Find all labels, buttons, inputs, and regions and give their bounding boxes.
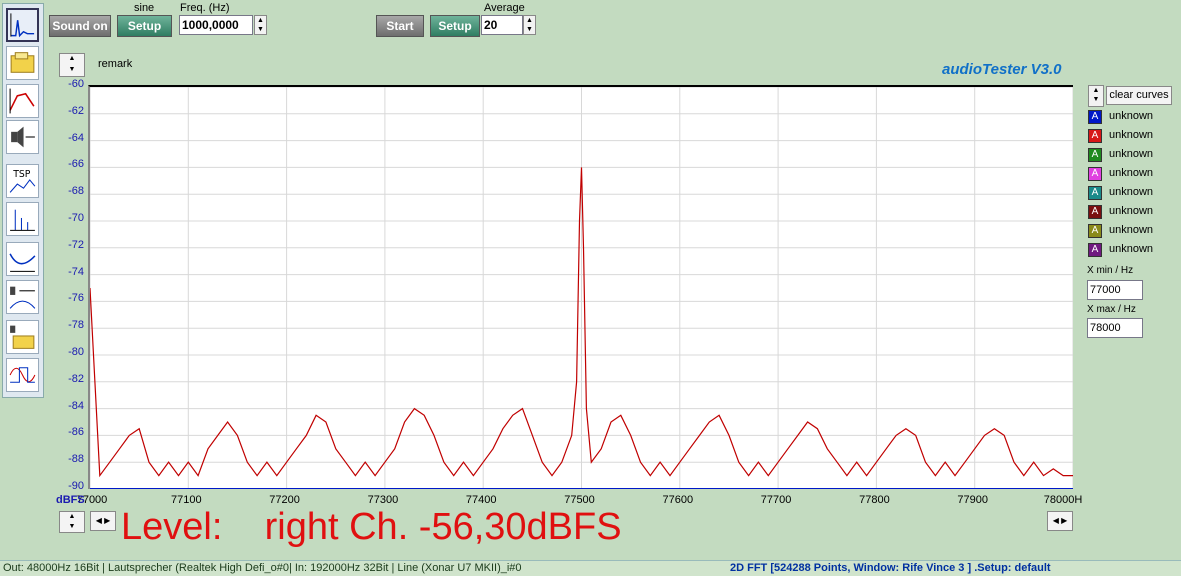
y-tick-label: -72: [68, 238, 84, 251]
average-label: Average: [484, 2, 525, 14]
x-tick-label: 77300: [367, 494, 399, 506]
speaker-folder-icon[interactable]: [6, 320, 39, 354]
frequency-response-icon[interactable]: [6, 84, 39, 118]
y-tick-label: -86: [68, 426, 84, 439]
x-tick-label: 77900: [957, 494, 988, 506]
spectrum-tool-icon[interactable]: [6, 8, 39, 42]
x-tick-label: 77400: [465, 494, 497, 506]
status-bar: Out: 48000Hz 16Bit | Lautsprecher (Realt…: [0, 560, 1181, 576]
legend-color-swatch[interactable]: A: [1088, 205, 1102, 219]
legend-spinner[interactable]: ▲ ▼: [1088, 85, 1104, 107]
analyzer-setup-button[interactable]: Setup: [430, 15, 480, 37]
plot-area[interactable]: [88, 85, 1073, 489]
arrow-down-icon[interactable]: ▼: [60, 65, 84, 76]
xmin-input[interactable]: 77000: [1087, 280, 1143, 300]
zoom-spinner[interactable]: ▲ ▼: [59, 511, 85, 533]
legend-label: unknown: [1109, 129, 1154, 141]
fft-chart: [90, 87, 1073, 489]
speaker-response-icon[interactable]: [6, 280, 39, 314]
x-tick-label: 77800: [859, 494, 890, 506]
legend-label: unknown: [1109, 167, 1154, 179]
arrow-down-icon[interactable]: ▼: [255, 25, 266, 34]
legend-color-swatch[interactable]: A: [1088, 243, 1102, 257]
arrow-right-icon[interactable]: ▶: [104, 516, 110, 525]
y-tick-label: -66: [68, 158, 84, 171]
legend-color-swatch[interactable]: A: [1088, 110, 1102, 124]
y-tick-label: -82: [68, 372, 84, 385]
folder-icon[interactable]: [6, 46, 39, 80]
legend-color-swatch[interactable]: A: [1088, 167, 1102, 181]
x-tick-label: 77200: [269, 494, 300, 506]
y-tick-label: -74: [68, 265, 84, 278]
y-tick-label: -78: [68, 319, 84, 332]
tsp-tool-icon[interactable]: TSP: [6, 164, 39, 198]
remark-spinner[interactable]: ▲ ▼: [59, 53, 85, 77]
y-tick-label: -90: [68, 480, 84, 492]
freq-input[interactable]: 1000,0000: [179, 15, 253, 35]
scroll-left-right-control[interactable]: ◀ ▶: [90, 511, 116, 531]
y-tick-label: -80: [68, 346, 84, 358]
legend-label: unknown: [1109, 224, 1154, 236]
arrow-down-icon[interactable]: ▼: [524, 25, 535, 34]
legend-label: unknown: [1109, 205, 1154, 217]
y-tick-label: -88: [68, 453, 84, 466]
legend-label: unknown: [1109, 243, 1154, 255]
arrow-down-icon[interactable]: ▼: [60, 522, 84, 532]
freq-spinner[interactable]: ▲ ▼: [254, 15, 267, 35]
x-tick-label: 77500: [564, 494, 595, 506]
x-tick-label: 78000H: [1043, 494, 1083, 506]
y-axis-label: dBFS: [56, 494, 85, 506]
arrow-left-icon[interactable]: ◀: [96, 516, 102, 525]
arrow-right-icon[interactable]: ▶: [1061, 516, 1067, 525]
legend-label: unknown: [1109, 148, 1154, 160]
y-tick-label: -70: [68, 212, 84, 224]
xmax-label: X max / Hz: [1087, 304, 1136, 315]
legend-label: unknown: [1109, 186, 1154, 198]
speaker-icon[interactable]: [6, 120, 39, 154]
status-right: 2D FFT [524288 Points, Window: Rife Vinc…: [730, 562, 1051, 574]
arrow-up-icon[interactable]: ▲: [1089, 86, 1103, 95]
xmax-input[interactable]: 78000: [1087, 318, 1143, 338]
legend-label: unknown: [1109, 110, 1154, 122]
y-tick-label: -64: [68, 131, 84, 144]
x-tick-label: 77700: [760, 494, 792, 506]
level-readout: Level: right Ch. -56,30dBFS: [121, 506, 622, 548]
average-spinner[interactable]: ▲ ▼: [523, 15, 536, 35]
oscilloscope-icon[interactable]: [6, 358, 39, 392]
y-tick-label: -84: [68, 399, 84, 412]
svg-text:TSP: TSP: [12, 169, 31, 180]
generator-type-label: sine: [134, 2, 155, 14]
scroll-right-control[interactable]: ◀ ▶: [1047, 511, 1073, 531]
harmonics-icon[interactable]: [6, 202, 39, 236]
y-tick-label: -62: [68, 104, 84, 117]
arrow-up-icon[interactable]: ▲: [60, 512, 84, 522]
average-input[interactable]: 20: [481, 15, 523, 35]
y-tick-label: -76: [68, 292, 84, 305]
y-tick-label: -60: [68, 78, 84, 90]
arrow-up-icon[interactable]: ▲: [524, 16, 535, 25]
clear-curves-button[interactable]: clear curves: [1106, 86, 1172, 105]
y-tick-label: -68: [68, 185, 84, 198]
impedance-icon[interactable]: [6, 242, 39, 276]
legend-color-swatch[interactable]: A: [1088, 224, 1102, 238]
arrow-up-icon[interactable]: ▲: [255, 16, 266, 25]
legend-color-swatch[interactable]: A: [1088, 186, 1102, 200]
sound-on-button[interactable]: Sound on: [49, 15, 111, 37]
freq-label: Freq. (Hz): [180, 2, 230, 14]
tool-column: TSP: [2, 3, 44, 398]
status-left: Out: 48000Hz 16Bit | Lautsprecher (Realt…: [3, 562, 522, 574]
generator-setup-button[interactable]: Setup: [117, 15, 172, 37]
arrow-down-icon[interactable]: ▼: [1089, 95, 1103, 104]
arrow-up-icon[interactable]: ▲: [60, 54, 84, 65]
start-button[interactable]: Start: [376, 15, 424, 37]
xmin-label: X min / Hz: [1087, 265, 1134, 276]
app-title: audioTester V3.0: [942, 61, 1062, 78]
x-tick-label: 77100: [171, 494, 202, 506]
remark-label: remark: [98, 58, 133, 70]
legend-color-swatch[interactable]: A: [1088, 129, 1102, 143]
legend-color-swatch[interactable]: A: [1088, 148, 1102, 162]
x-tick-label: 77600: [662, 494, 694, 506]
arrow-left-icon[interactable]: ◀: [1053, 516, 1059, 525]
